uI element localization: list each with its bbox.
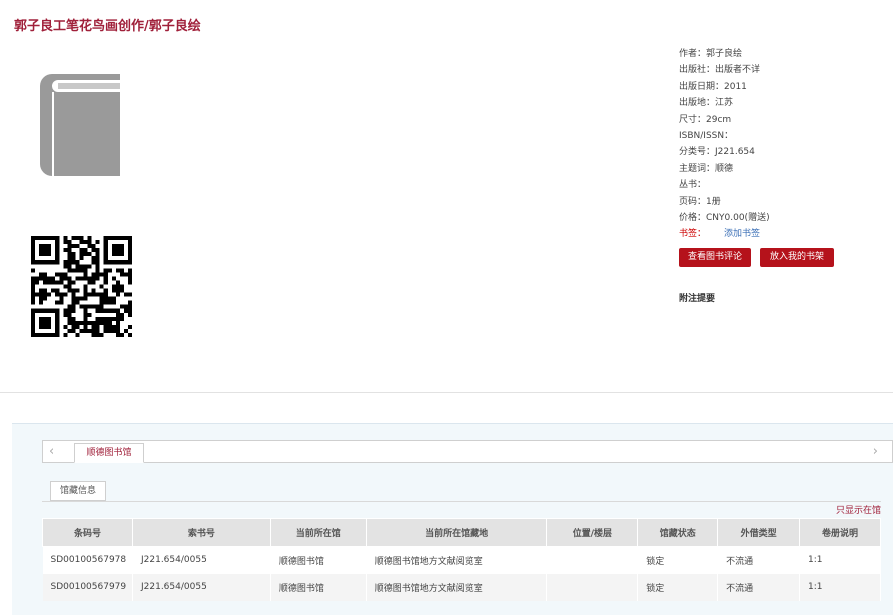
cell-status: 锁定 bbox=[637, 573, 719, 601]
col-barcode: 条码号 bbox=[42, 518, 133, 547]
col-volume: 卷册说明 bbox=[799, 518, 881, 547]
add-to-shelf-button[interactable]: 放入我的书架 bbox=[760, 248, 834, 267]
meta-author: 作者：郭子良绘 bbox=[679, 49, 743, 59]
holdings-table: 条码号 索书号 当前所在馆 当前所在馆藏地 位置/楼层 馆藏状态 外借类型 卷册… bbox=[42, 518, 881, 601]
book-metadata: 作者：郭子良绘 出版社：出版者不详 出版日期：2011 出版地：江苏 尺寸：29… bbox=[679, 46, 770, 243]
section-divider bbox=[0, 392, 893, 393]
cell-library: 顺德图书馆 bbox=[270, 573, 367, 601]
tab-holdings-info[interactable]: 馆藏信息 bbox=[50, 481, 106, 501]
qr-code bbox=[31, 236, 132, 337]
cell-status: 锁定 bbox=[637, 546, 719, 574]
cell-floor bbox=[546, 573, 639, 601]
table-header-row: 条码号 索书号 当前所在馆 当前所在馆藏地 位置/楼层 馆藏状态 外借类型 卷册… bbox=[42, 518, 881, 547]
meta-size: 尺寸：29cm bbox=[679, 114, 732, 125]
tags-label: 书签： bbox=[679, 229, 707, 240]
cell-volume: 1:1 bbox=[799, 546, 881, 574]
library-tabbar: ‹ › bbox=[42, 440, 893, 463]
chevron-right-icon[interactable]: › bbox=[873, 444, 878, 459]
chevron-left-icon[interactable]: ‹ bbox=[49, 444, 54, 459]
meta-pages: 页码：1册 bbox=[679, 196, 721, 207]
cell-floor bbox=[546, 546, 639, 574]
meta-tags-row: 书签： 添加书签 bbox=[679, 226, 770, 242]
book-cover-icon bbox=[40, 74, 120, 176]
col-loan-type: 外借类型 bbox=[717, 518, 801, 547]
table-row: SD00100567978 J221.654/0055 顺德图书馆 顺德图书馆地… bbox=[42, 546, 881, 574]
cell-call-number: J221.654/0055 bbox=[132, 546, 271, 574]
meta-pub-date: 出版日期：2011 bbox=[679, 81, 747, 92]
cell-volume: 1:1 bbox=[799, 573, 881, 601]
cell-loan-type: 不流通 bbox=[717, 546, 801, 574]
meta-subject: 主题词：顺德 bbox=[679, 163, 734, 174]
col-floor: 位置/楼层 bbox=[546, 518, 639, 547]
cell-loan-type: 不流通 bbox=[717, 573, 801, 601]
col-call-number: 索书号 bbox=[131, 518, 271, 547]
meta-publisher: 出版社：出版者不详 bbox=[679, 65, 761, 76]
meta-pub-place: 出版地：江苏 bbox=[679, 98, 734, 109]
cell-location: 顺德图书馆地方文献阅览室 bbox=[366, 573, 548, 601]
cell-call-number: J221.654/0055 bbox=[132, 573, 271, 601]
cell-barcode: SD00100567978 bbox=[42, 546, 133, 574]
view-reviews-button[interactable]: 查看图书评论 bbox=[679, 248, 751, 267]
cell-barcode: SD00100567979 bbox=[42, 573, 133, 601]
tab-library[interactable]: 顺德图书馆 bbox=[74, 443, 144, 463]
cell-library: 顺德图书馆 bbox=[270, 546, 367, 574]
meta-series: 丛书： bbox=[679, 180, 707, 191]
add-tag-link[interactable]: 添加书签 bbox=[724, 229, 760, 239]
table-row: SD00100567979 J221.654/0055 顺德图书馆 顺德图书馆地… bbox=[42, 573, 881, 601]
book-title: 郭子良工笔花鸟画创作/郭子良绘 bbox=[14, 19, 201, 34]
col-status: 馆藏状态 bbox=[637, 518, 719, 547]
meta-price: 价格：CNY0.00(赠送) bbox=[679, 213, 770, 224]
notes-heading: 附注提要 bbox=[679, 294, 716, 304]
meta-isbn: ISBN/ISSN： bbox=[679, 131, 734, 142]
info-tab-underline bbox=[42, 501, 881, 502]
only-show-available-link[interactable]: 只显示在馆 bbox=[836, 503, 881, 516]
col-location: 当前所在馆藏地 bbox=[365, 518, 548, 547]
cell-location: 顺德图书馆地方文献阅览室 bbox=[366, 546, 548, 574]
meta-class-no: 分类号：J221.654 bbox=[679, 147, 755, 158]
col-library: 当前所在馆 bbox=[269, 518, 367, 547]
